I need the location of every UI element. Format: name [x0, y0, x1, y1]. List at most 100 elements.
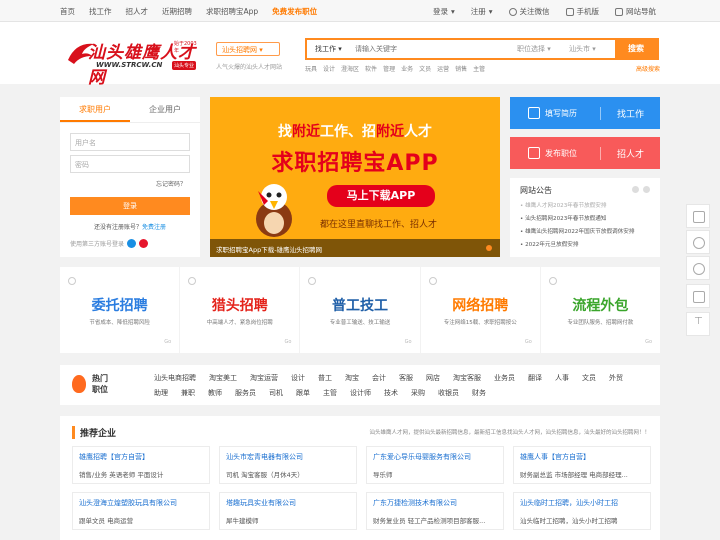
qq-icon[interactable]: [127, 239, 137, 248]
keyword-link[interactable]: 主管: [473, 64, 485, 73]
wechat-link[interactable]: 关注微信: [508, 6, 550, 17]
company-name[interactable]: 塔趣玩具实业有限公司: [226, 498, 296, 508]
keyword-link[interactable]: 澄海区: [341, 64, 359, 73]
tab-job-seeker[interactable]: 求职用户: [60, 97, 130, 122]
service-online-recruiting[interactable]: 网络招聘 专注网络15载、求职招聘按公 Go: [421, 267, 541, 353]
hot-job-link[interactable]: 客服: [399, 373, 413, 383]
hot-job-link[interactable]: 淘宝客服: [453, 373, 481, 383]
top-link-app[interactable]: 求职招聘宝App: [206, 6, 258, 17]
company-card[interactable]: 雄鹰人事【官方自营】财务副总监 市场部经理 电商部经理...: [513, 446, 651, 484]
password-field[interactable]: 密码: [70, 155, 190, 173]
company-jobs[interactable]: 财务副总监 市场部经理 电商部经理...: [520, 469, 628, 479]
company-card[interactable]: 雄鹰招聘【官方自营】 销售/业务 英语老师 平面设计: [72, 446, 210, 484]
search-button[interactable]: 搜索: [615, 40, 657, 58]
side-back-to-top-button[interactable]: ⊤: [686, 312, 710, 336]
top-link-hire[interactable]: 招人才: [126, 6, 149, 17]
hot-job-link[interactable]: 兼职: [181, 388, 195, 398]
company-name[interactable]: 雄鹰招聘【官方自营】: [79, 452, 149, 462]
tab-company[interactable]: 企业用户: [130, 97, 200, 122]
hot-job-link[interactable]: 淘宝运营: [250, 373, 278, 383]
prev-arrow-icon[interactable]: [632, 186, 639, 193]
search-type-select[interactable]: 找工作 ▾: [307, 40, 347, 58]
hot-job-link[interactable]: 技术: [384, 388, 398, 398]
company-card[interactable]: 广东万捷检测技术有限公司财务复业员 轻工产品检测项目部客服...: [366, 492, 504, 530]
keyword-link[interactable]: 文员: [419, 64, 431, 73]
hot-job-link[interactable]: 设计: [291, 373, 305, 383]
forgot-password-link[interactable]: 忘记密码？: [156, 179, 186, 188]
notice-item[interactable]: • 雄鹰人才网2023年春节放假安排: [520, 200, 634, 213]
company-name[interactable]: 汕头市宏青电器有限公司: [226, 452, 303, 462]
hot-job-link[interactable]: 主管: [323, 388, 337, 398]
company-jobs[interactable]: 跟单文员 电商运营: [79, 515, 133, 525]
site-logo[interactable]: 汕头雄鹰人才网 始于2003年 WWW.STRCW.CN 汕头专业: [66, 38, 198, 88]
top-link-recent[interactable]: 近期招聘: [162, 6, 192, 17]
job-category-select[interactable]: 职位选择 ▾: [517, 44, 551, 54]
company-card[interactable]: 汕头临时工招聘，汕头小时工招 汕头临时工招聘，汕头小时工招聘: [513, 492, 651, 530]
service-outsourcing[interactable]: 流程外包 专业团队服务、招聘网付款 Go: [541, 267, 660, 353]
keyword-link[interactable]: 业务: [401, 64, 413, 73]
notice-item[interactable]: • 汕头招聘网2023年春节放假通知: [520, 213, 634, 226]
service-headhunting[interactable]: 猎头招聘 中高端人才、紧急岗位招聘 Go: [180, 267, 301, 353]
hot-job-link[interactable]: 汕头电商招聘: [154, 373, 196, 383]
company-card[interactable]: 汕头澄海立煌塑胶玩具有限公司 跟单文员 电商运营: [72, 492, 210, 530]
top-link-post-job[interactable]: 免费发布职位: [272, 6, 317, 17]
hot-job-link[interactable]: 普工: [318, 373, 332, 383]
hot-job-link[interactable]: 淘宝: [345, 373, 359, 383]
hot-job-link[interactable]: 翻译: [528, 373, 542, 383]
notice-item[interactable]: • 2022年元旦放假安排: [520, 239, 634, 252]
keyword-link[interactable]: 销售: [455, 64, 467, 73]
company-jobs[interactable]: 汕头临时工招聘，汕头小时工招聘: [520, 515, 618, 525]
keyword-link[interactable]: 运营: [437, 64, 449, 73]
fill-resume-button[interactable]: 填写简历: [510, 107, 600, 119]
hot-job-link[interactable]: 文员: [582, 373, 596, 383]
hot-job-link[interactable]: 设计师: [350, 388, 371, 398]
company-jobs[interactable]: 司机 淘宝客服（月休4天）: [226, 469, 304, 479]
keyword-link[interactable]: 设计: [323, 64, 335, 73]
side-qrcode-button[interactable]: [686, 204, 710, 228]
notice-item[interactable]: • 雄鹰汕头招聘网2022年国庆节放假调休安排: [520, 226, 634, 239]
company-name[interactable]: 广东万捷检测技术有限公司: [373, 498, 457, 508]
register-link[interactable]: 注册 ▾: [471, 6, 493, 17]
hot-job-link[interactable]: 司机: [269, 388, 283, 398]
search-input[interactable]: [349, 40, 509, 58]
company-name[interactable]: 汕头澄海立煌塑胶玩具有限公司: [79, 498, 177, 508]
hot-job-link[interactable]: 收银员: [438, 388, 459, 398]
advanced-search-link[interactable]: 高级搜索: [636, 64, 660, 73]
post-job-button[interactable]: 发布职位: [510, 147, 600, 159]
top-link-home[interactable]: 首页: [60, 6, 75, 17]
company-card[interactable]: 塔趣玩具实业有限公司 犀牛建模师: [219, 492, 357, 530]
company-card[interactable]: 汕头市宏青电器有限公司 司机 淘宝客服（月休4天）: [219, 446, 357, 484]
keyword-link[interactable]: 管理: [383, 64, 395, 73]
service-workers[interactable]: 普工技工 专业普工输送、技工输送 Go: [300, 267, 421, 353]
company-name[interactable]: 雄鹰人事【官方自营】: [520, 452, 590, 462]
service-entrusted-recruiting[interactable]: 委托招聘 节省成本、降低招聘风险 Go: [60, 267, 181, 353]
hot-job-link[interactable]: 网店: [426, 373, 440, 383]
city-switch-button[interactable]: 汕头招聘网 ▾: [216, 42, 280, 56]
company-card[interactable]: 广东爱心导乐母婴服务有限公司 导乐师: [366, 446, 504, 484]
side-feedback-button[interactable]: [686, 284, 710, 308]
sitenav-link[interactable]: 网站导航: [615, 6, 656, 17]
city-select[interactable]: 汕头市 ▾: [569, 44, 596, 54]
keyword-link[interactable]: 软件: [365, 64, 377, 73]
mobile-link[interactable]: 手机版: [565, 6, 599, 17]
hot-job-link[interactable]: 人事: [555, 373, 569, 383]
hot-job-link[interactable]: 会计: [372, 373, 386, 383]
hot-job-link[interactable]: 助理: [154, 388, 168, 398]
side-qq-button[interactable]: [686, 256, 710, 280]
weibo-icon[interactable]: [139, 239, 149, 248]
carousel-dot[interactable]: [486, 245, 492, 251]
download-app-button[interactable]: 马上下载APP: [327, 185, 435, 207]
company-name[interactable]: 汕头临时工招聘，汕头小时工招: [520, 498, 618, 508]
hot-job-link[interactable]: 服务员: [235, 388, 256, 398]
company-jobs[interactable]: 犀牛建模师: [226, 515, 259, 525]
company-name[interactable]: 广东爱心导乐母婴服务有限公司: [373, 452, 471, 462]
next-arrow-icon[interactable]: [643, 186, 650, 193]
hot-job-link[interactable]: 教师: [208, 388, 222, 398]
company-jobs[interactable]: 财务复业员 轻工产品检测项目部客服...: [373, 515, 485, 525]
find-job-button[interactable]: 找工作: [600, 106, 660, 120]
hot-job-link[interactable]: 淘宝美工: [209, 373, 237, 383]
login-button[interactable]: 登录: [70, 197, 190, 215]
login-link[interactable]: 登录 ▾: [433, 6, 455, 17]
username-field[interactable]: 用户名: [70, 133, 190, 151]
find-talent-button[interactable]: 招人才: [600, 146, 660, 160]
